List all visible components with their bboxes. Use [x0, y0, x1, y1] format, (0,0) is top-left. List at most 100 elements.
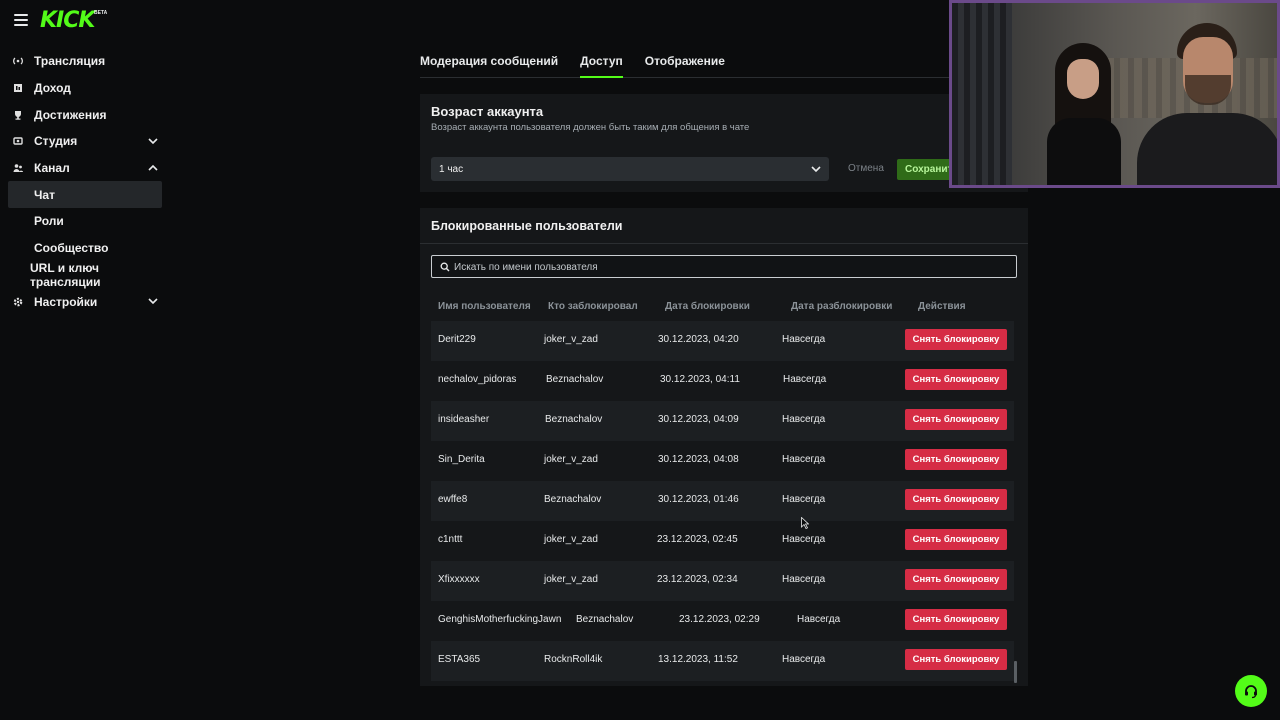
account-age-select-value: 1 час: [439, 164, 464, 175]
column-header-actions: Действия: [918, 301, 966, 312]
chevron-up-icon[interactable]: [148, 163, 158, 173]
cell-blocked-by: joker_v_zad: [544, 574, 598, 585]
users-icon: [12, 162, 24, 174]
broadcast-icon: [12, 55, 24, 67]
unblock-button[interactable]: Снять блокировку: [905, 369, 1007, 390]
cell-block-date: 30.12.2023, 04:11: [660, 374, 740, 385]
cell-username: c1nttt: [438, 534, 463, 545]
cell-blocked-by: Beznachalov: [546, 374, 604, 385]
sidebar-subitem-label: Чат: [34, 187, 55, 202]
tab-message-moderation[interactable]: Модерация сообщений: [420, 46, 558, 77]
sidebar-subitem-label: Роли: [34, 214, 64, 229]
headset-icon: [1245, 685, 1257, 699]
cell-blocked-by: joker_v_zad: [544, 454, 598, 465]
sidebar-item-achievements[interactable]: Достижения: [0, 101, 170, 128]
cell-block-date: 23.12.2023, 02:45: [657, 534, 738, 545]
table-row: Xfixxxxxx joker_v_zad 23.12.2023, 02:34 …: [431, 561, 1014, 601]
tab-access[interactable]: Доступ: [580, 46, 623, 78]
table-scrollbar[interactable]: [1014, 661, 1017, 683]
cancel-button[interactable]: Отмена: [848, 163, 884, 174]
unblock-button[interactable]: Снять блокировку: [905, 649, 1007, 670]
support-button[interactable]: [1235, 675, 1267, 707]
webcam-person-left: [1037, 43, 1127, 185]
cell-blocked-by: Beznachalov: [544, 494, 602, 505]
cell-block-date: 30.12.2023, 01:46: [658, 494, 739, 505]
blocked-users-title: Блокированные пользователи: [431, 219, 623, 233]
mouse-cursor-icon: [801, 517, 809, 529]
sidebar-item-label: Канал: [34, 161, 70, 176]
account-age-panel: Возраст аккаунта Возраст аккаунта пользо…: [420, 94, 1028, 192]
cell-blocked-by: RocknRoll4ik: [544, 654, 603, 665]
studio-icon: [12, 135, 24, 147]
trophy-icon: [12, 109, 24, 121]
gear-icon: [12, 296, 24, 308]
blocked-users-panel: Блокированные пользователи Искать по име…: [420, 208, 1028, 686]
sidebar-subitem-community[interactable]: Сообщество: [0, 235, 170, 262]
cell-username: Xfixxxxxx: [438, 574, 480, 585]
unblock-button[interactable]: Снять блокировку: [905, 609, 1007, 630]
sidebar-item-studio[interactable]: Студия: [0, 128, 170, 155]
chevron-down-icon[interactable]: [148, 296, 158, 306]
cell-username: ewffe8: [438, 494, 468, 505]
unblock-button[interactable]: Снять блокировку: [905, 329, 1007, 350]
unblock-button[interactable]: Снять блокировку: [905, 409, 1007, 430]
cell-unblock-date: Навсегда: [797, 614, 841, 625]
wallet-icon: [12, 82, 24, 94]
unblock-button[interactable]: Снять блокировку: [905, 529, 1007, 550]
cell-unblock-date: Навсегда: [783, 374, 827, 385]
cell-username: Sin_Derita: [438, 454, 485, 465]
sidebar-subitem-roles[interactable]: Роли: [0, 208, 170, 235]
sidebar-item-label: Доход: [34, 81, 71, 96]
cell-blocked-by: Beznachalov: [545, 414, 603, 425]
divider: [420, 243, 1028, 244]
cell-unblock-date: Навсегда: [782, 414, 826, 425]
cell-unblock-date: Навсегда: [782, 654, 826, 665]
table-row: nechalov_pidoras Beznachalov 30.12.2023,…: [431, 361, 1014, 401]
beta-badge: BETA: [94, 10, 108, 16]
account-age-select[interactable]: 1 час: [431, 157, 829, 181]
unblock-button[interactable]: Снять блокировку: [905, 449, 1007, 470]
tab-display[interactable]: Отображение: [645, 46, 725, 77]
menu-icon[interactable]: [14, 14, 28, 26]
sidebar-item-income[interactable]: Доход: [0, 75, 170, 102]
table-row: GenghisMotherfuckingJawn Beznachalov 23.…: [431, 601, 1014, 641]
sidebar-item-channel[interactable]: Канал: [0, 155, 170, 182]
cell-blocked-by: joker_v_zad: [544, 534, 598, 545]
search-input[interactable]: Искать по имени пользователя: [431, 255, 1017, 278]
chevron-down-icon: [811, 166, 821, 173]
cell-unblock-date: Навсегда: [782, 574, 826, 585]
table-row: c1nttt joker_v_zad 23.12.2023, 02:45 Нав…: [431, 521, 1014, 561]
table-row: Derit229 joker_v_zad 30.12.2023, 04:20 Н…: [431, 321, 1014, 361]
settings-tabs: Модерация сообщений Доступ Отображение: [420, 46, 950, 78]
cell-unblock-date: Навсегда: [782, 494, 826, 505]
cell-username: ESTA365: [438, 654, 481, 665]
column-header-block-date[interactable]: Дата блокировки: [665, 301, 750, 312]
sidebar-item-label: Достижения: [34, 107, 107, 122]
sidebar-item-label: Настройки: [34, 294, 98, 309]
cell-blocked-by: joker_v_zad: [544, 334, 598, 345]
cell-block-date: 30.12.2023, 04:20: [658, 334, 739, 345]
sidebar-subitem-stream-key[interactable]: URL и ключ трансляции: [0, 260, 170, 289]
cell-block-date: 30.12.2023, 04:08: [658, 454, 739, 465]
cell-unblock-date: Навсегда: [782, 454, 826, 465]
search-placeholder: Искать по имени пользователя: [454, 262, 598, 273]
table-row: insideasher Beznachalov 30.12.2023, 04:0…: [431, 401, 1014, 441]
sidebar-subitem-label: URL и ключ трансляции: [30, 260, 101, 289]
sidebar-subitem-chat[interactable]: Чат: [8, 181, 162, 209]
column-header-unblock-date[interactable]: Дата разблокировки: [791, 301, 892, 312]
cell-username: Derit229: [438, 334, 476, 345]
cell-block-date: 30.12.2023, 04:09: [658, 414, 739, 425]
column-header-username[interactable]: Имя пользователя: [438, 301, 531, 312]
webcam-person-right: [1137, 23, 1277, 185]
webcam-overlay: [949, 0, 1280, 188]
kick-logo[interactable]: KICK: [40, 8, 95, 33]
chevron-down-icon[interactable]: [148, 136, 158, 146]
unblock-button[interactable]: Снять блокировку: [905, 489, 1007, 510]
cell-block-date: 23.12.2023, 02:34: [657, 574, 738, 585]
sidebar-item-settings[interactable]: Настройки: [0, 288, 170, 315]
unblock-button[interactable]: Снять блокировку: [905, 569, 1007, 590]
sidebar-item-broadcast[interactable]: Трансляция: [0, 48, 170, 75]
search-icon: [440, 262, 450, 272]
cell-unblock-date: Навсегда: [782, 534, 826, 545]
column-header-blocked-by[interactable]: Кто заблокировал: [548, 301, 638, 312]
